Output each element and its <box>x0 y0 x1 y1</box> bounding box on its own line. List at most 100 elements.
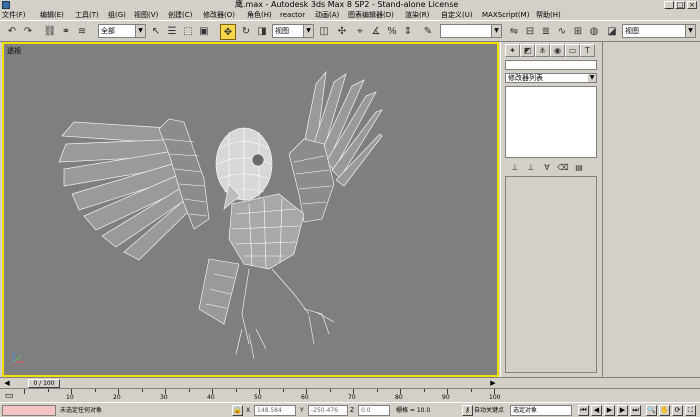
hierarchy-tab-icon[interactable]: ⋔ <box>535 44 550 57</box>
x-label: X <box>246 407 251 414</box>
maximize-button[interactable]: □ <box>675 1 685 9</box>
select-manipulate-icon[interactable]: ✣ <box>334 24 350 40</box>
select-object-icon[interactable]: ↖ <box>148 24 164 40</box>
select-and-move-icon[interactable]: ✥ <box>220 24 236 40</box>
menu-maxscript[interactable]: MAXScript(M) <box>482 10 529 20</box>
select-by-name-icon[interactable]: ☰ <box>164 24 180 40</box>
render-scene-icon[interactable]: ◪ <box>604 24 620 40</box>
pan-icon[interactable]: ✋ <box>659 405 670 416</box>
select-link-icon[interactable]: ⛓ <box>42 24 58 40</box>
unlink-icon[interactable]: ⚭ <box>58 24 74 40</box>
x-coordinate-field[interactable]: 148.584 <box>254 405 296 416</box>
next-frame-icon[interactable]: ▶ <box>617 405 628 416</box>
named-selection-icon[interactable]: ✎ <box>420 24 436 40</box>
object-name-field[interactable] <box>505 60 597 70</box>
slider-prev-icon[interactable]: ◀ <box>2 379 12 388</box>
bind-space-warp-icon[interactable]: ≋ <box>74 24 90 40</box>
lock-selection-icon[interactable]: 🔒 <box>232 405 243 416</box>
z-coordinate-field[interactable]: 0.0 <box>358 405 390 416</box>
menu-tools[interactable]: 工具(T) <box>75 10 99 20</box>
angle-snap-icon[interactable]: ∡ <box>368 24 384 40</box>
pin-stack-icon[interactable]: ⊥ <box>509 162 521 173</box>
track-tick-label: 60 <box>301 394 309 401</box>
create-tab-icon[interactable]: ✦ <box>505 44 520 57</box>
configure-sets-icon[interactable]: ▤ <box>573 162 585 173</box>
rectangular-selection-icon[interactable]: ⬚ <box>180 24 196 40</box>
orbit-icon[interactable]: ⟳ <box>672 405 683 416</box>
mirror-icon[interactable]: ⇋ <box>506 24 522 40</box>
pivot-point-icon[interactable]: ◫ <box>316 24 332 40</box>
track-tick-label: 10 <box>66 394 74 401</box>
align-icon[interactable]: ⊟ <box>522 24 538 40</box>
menu-views[interactable]: 视图(V) <box>134 10 158 20</box>
menu-character[interactable]: 角色(H) <box>247 10 272 20</box>
zoom-icon[interactable]: 🔍 <box>646 405 657 416</box>
select-and-rotate-icon[interactable]: ↻ <box>238 24 254 40</box>
time-slider-thumb[interactable]: 0 / 100 <box>28 379 60 388</box>
menu-reactor[interactable]: reactor <box>280 10 305 20</box>
key-mode-dropdown[interactable]: 选定对象 <box>510 405 572 416</box>
menu-edit[interactable]: 编辑(E) <box>40 10 64 20</box>
modify-tab-icon[interactable]: ◩ <box>520 44 535 57</box>
show-end-result-icon[interactable]: ⊥ <box>525 162 537 173</box>
track-tick-label: 40 <box>207 394 215 401</box>
menu-create[interactable]: 创建(C) <box>168 10 192 20</box>
menu-help[interactable]: 帮助(H) <box>536 10 561 20</box>
maxscript-listener[interactable] <box>2 405 56 416</box>
named-selection-dropdown[interactable]: ▼ <box>440 24 502 38</box>
layer-manager-icon[interactable]: ≣ <box>538 24 554 40</box>
selection-filter-dropdown[interactable]: 全部 ▼ <box>98 24 146 38</box>
material-editor-icon[interactable]: ◍ <box>586 24 602 40</box>
menu-group[interactable]: 组(G) <box>108 10 126 20</box>
select-and-scale-icon[interactable]: ◨ <box>254 24 270 40</box>
perspective-viewport[interactable]: 透视 <box>2 42 499 377</box>
track-tick-label: 100 <box>489 394 501 401</box>
app-icon[interactable] <box>2 1 10 9</box>
chevron-down-icon: ▼ <box>491 25 501 37</box>
redo-icon[interactable]: ↷ <box>20 24 36 40</box>
go-to-start-icon[interactable]: ⏮ <box>578 405 589 416</box>
maximize-viewport-icon[interactable]: ⛶ <box>685 405 696 416</box>
remove-modifier-icon[interactable]: ⌫ <box>557 162 569 173</box>
track-tick <box>470 389 472 392</box>
modifier-list-dropdown[interactable]: 修改器列表 ▼ <box>505 73 597 83</box>
slider-next-icon[interactable]: ▶ <box>488 379 498 388</box>
utilities-tab-icon[interactable]: T <box>580 44 595 57</box>
auto-key-button[interactable]: 自动关键点 <box>474 405 504 416</box>
minimize-button[interactable]: _ <box>664 1 674 9</box>
key-icon[interactable]: ⚷ <box>462 405 473 416</box>
close-button[interactable]: × <box>687 1 697 9</box>
curve-editor-icon[interactable]: ∿ <box>554 24 570 40</box>
make-unique-icon[interactable]: ∀ <box>541 162 553 173</box>
track-bar[interactable]: ▭ 10 20 30 40 50 60 70 80 90 100 <box>0 388 700 402</box>
schematic-view-icon[interactable]: ⊞ <box>570 24 586 40</box>
time-slider[interactable]: ◀ 0 / 100 ▶ <box>0 377 700 388</box>
window-crossing-icon[interactable]: ▣ <box>196 24 212 40</box>
menu-bar: 文件(F) 编辑(E) 工具(T) 组(G) 视图(V) 创建(C) 修改器(O… <box>0 10 700 20</box>
mini-curve-editor-icon[interactable]: ▭ <box>2 390 16 402</box>
render-view-dropdown[interactable]: 视图 ▼ <box>622 24 696 38</box>
percent-snap-icon[interactable]: % <box>384 24 400 40</box>
snap-toggle-icon[interactable]: ⌖ <box>352 24 368 40</box>
go-to-end-icon[interactable]: ⏭ <box>630 405 641 416</box>
menu-animation[interactable]: 动画(A) <box>315 10 339 20</box>
reference-coord-dropdown[interactable]: 视图 ▼ <box>272 24 314 38</box>
menu-modifiers[interactable]: 修改器(O) <box>203 10 235 20</box>
motion-tab-icon[interactable]: ◉ <box>550 44 565 57</box>
menu-rendering[interactable]: 渲染(R) <box>405 10 429 20</box>
menu-file[interactable]: 文件(F) <box>2 10 26 20</box>
undo-icon[interactable]: ↶ <box>4 24 20 40</box>
previous-frame-icon[interactable]: ◀ <box>591 405 602 416</box>
parameters-rollout <box>505 176 597 373</box>
viewport-label[interactable]: 透视 <box>7 46 21 56</box>
modifier-stack[interactable] <box>505 86 597 158</box>
eagle-wireframe-model[interactable] <box>4 44 497 375</box>
display-tab-icon[interactable]: ▭ <box>565 44 580 57</box>
menu-graph-editors[interactable]: 图表编辑器(D) <box>348 10 394 20</box>
menu-customize[interactable]: 自定义(U) <box>441 10 473 20</box>
spinner-snap-icon[interactable]: ⇕ <box>400 24 416 40</box>
reference-coord-value: 视图 <box>275 27 289 35</box>
track-tick <box>47 389 49 392</box>
play-icon[interactable]: ▶ <box>604 405 615 416</box>
y-coordinate-field[interactable]: -250.476 <box>308 405 348 416</box>
